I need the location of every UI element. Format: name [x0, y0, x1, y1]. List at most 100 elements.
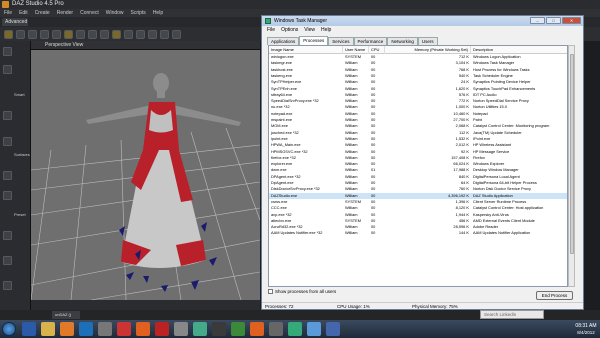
task-manager-title: Windows Task Manager: [274, 18, 327, 24]
menu-window[interactable]: Window: [106, 9, 124, 17]
scale-tool-icon[interactable]: [40, 29, 49, 39]
taskbar-acrobat2-icon[interactable]: [155, 322, 169, 336]
menu-edit[interactable]: Edit: [19, 9, 28, 17]
taskbar-daz-icon[interactable]: [212, 322, 226, 336]
status-processes: Processes: 72: [265, 304, 294, 309]
scrollbar-thumb[interactable]: [570, 54, 574, 254]
camera-icon[interactable]: [124, 29, 133, 39]
region-tool-icon[interactable]: [136, 29, 145, 39]
panel-toggle-icon[interactable]: [3, 47, 12, 56]
task-manager-icon: [265, 18, 271, 24]
translate-tool-icon[interactable]: [16, 29, 25, 39]
col-image-name[interactable]: Image Name: [269, 46, 343, 54]
tab-networking[interactable]: Networking: [387, 37, 418, 45]
tm-menu-options[interactable]: Options: [281, 26, 298, 34]
bottom-pane-tab[interactable]: unDAZ (): [52, 311, 80, 319]
geometry-editor-icon[interactable]: [148, 29, 157, 39]
taskbar-firefox2-icon[interactable]: [250, 322, 264, 336]
taskbar-photoshop-icon[interactable]: [79, 322, 93, 336]
minimize-button[interactable]: –: [530, 17, 545, 24]
lights-icon[interactable]: [3, 171, 12, 180]
preset-tab[interactable]: Preset: [14, 211, 30, 219]
taskbar-firefox-icon[interactable]: [136, 322, 150, 336]
render-settings-icon[interactable]: [172, 29, 181, 39]
spot-render-icon[interactable]: [100, 29, 109, 39]
table-row[interactable]: AAM Updates Notifier.exe *32 William 00 144…: [269, 230, 567, 236]
clock-time[interactable]: 08:31 AM: [574, 323, 598, 329]
surface-tool-icon[interactable]: [88, 29, 97, 39]
taskbar-display-icon[interactable]: [326, 322, 340, 336]
menu-file[interactable]: File: [4, 9, 12, 17]
taskbar-tools-icon[interactable]: [269, 322, 283, 336]
status-cpu: CPU Usage: 1%: [337, 304, 370, 309]
female-figure: [86, 73, 241, 269]
tm-menu-file[interactable]: File: [267, 26, 275, 34]
node-select-icon[interactable]: [64, 29, 73, 39]
light-tool-icon[interactable]: [112, 29, 121, 39]
taskbar-taskmgr-icon[interactable]: [288, 322, 302, 336]
end-process-button[interactable]: End Process: [536, 291, 573, 300]
select-tool-icon[interactable]: [4, 29, 13, 39]
cell-description: AAM Updates Notifier Application: [473, 230, 531, 236]
search-input[interactable]: Search Linkedin: [480, 310, 544, 319]
start-button[interactable]: [2, 322, 16, 336]
col-user-name[interactable]: User Name: [343, 46, 369, 54]
taskbar-word-icon[interactable]: [22, 322, 36, 336]
col-description[interactable]: Description: [471, 46, 567, 54]
close-button[interactable]: ✕: [562, 17, 581, 24]
render-icon[interactable]: [160, 29, 169, 39]
3d-viewport[interactable]: [31, 50, 260, 300]
tab-services[interactable]: Services: [328, 37, 354, 45]
clock-date[interactable]: 8/4/2012: [574, 330, 598, 336]
parameters-icon[interactable]: [3, 137, 12, 146]
content-library-icon[interactable]: [3, 65, 12, 74]
status-memory: Physical Memory: 75%: [412, 304, 458, 309]
viewport-header: Perspective View: [31, 41, 260, 50]
col-cpu[interactable]: CPU: [369, 46, 385, 54]
scene-icon[interactable]: [3, 111, 12, 120]
tab-advanced[interactable]: Advanced: [2, 18, 28, 26]
tab-users[interactable]: Users: [417, 37, 438, 45]
menu-render[interactable]: Render: [57, 9, 73, 17]
taskbar-green-icon[interactable]: [231, 322, 245, 336]
tm-menu-help[interactable]: Help: [321, 26, 331, 34]
viewport-scene: [31, 73, 260, 300]
daz-window-title: DAZ Studio 4.5 Pro: [12, 1, 64, 7]
taskbar-paint-icon[interactable]: [307, 322, 321, 336]
taskbar-tool-icon[interactable]: [98, 322, 112, 336]
task-manager-window: Windows Task Manager – □ ✕ File Options …: [261, 15, 584, 310]
aux-viewport-icon[interactable]: [3, 281, 12, 290]
surfaces-tab[interactable]: Surfaces: [14, 151, 30, 159]
maximize-button[interactable]: □: [546, 17, 561, 24]
cell-image-name: AAM Updates Notifier.exe *32: [271, 230, 323, 236]
menu-connect[interactable]: Connect: [80, 9, 99, 17]
cell-user-name: William: [345, 230, 358, 236]
daz-title-bar: DAZ Studio 4.5 Pro: [0, 0, 600, 9]
show-all-users-checkbox[interactable]: [268, 289, 273, 294]
joint-editor-icon[interactable]: [76, 29, 85, 39]
daz-logo-icon: [2, 1, 9, 8]
taskbar-explorer-icon[interactable]: [41, 322, 55, 336]
universal-tool-icon[interactable]: [52, 29, 61, 39]
shaping-icon[interactable]: [3, 191, 12, 200]
rotate-tool-icon[interactable]: [28, 29, 37, 39]
posing-icon[interactable]: [3, 231, 12, 240]
tab-processes[interactable]: Processes: [299, 36, 329, 45]
menu-help[interactable]: Help: [153, 9, 163, 17]
tm-menu-view[interactable]: View: [304, 26, 315, 34]
process-table-scrollbar[interactable]: [568, 45, 575, 287]
task-manager-tabs: Applications Processes Services Performa…: [267, 36, 438, 45]
smart-content-tab[interactable]: Smart Content: [14, 91, 30, 99]
timeline-icon[interactable]: [3, 256, 12, 265]
menu-scripts[interactable]: Scripts: [131, 9, 146, 17]
tab-applications[interactable]: Applications: [267, 37, 300, 45]
taskbar-media-icon[interactable]: [60, 322, 74, 336]
cell-memory: 144 K: [458, 230, 469, 236]
tab-performance[interactable]: Performance: [353, 37, 388, 45]
menu-create[interactable]: Create: [35, 9, 50, 17]
viewport-camera-label[interactable]: Perspective View: [45, 42, 83, 48]
taskbar-settings-icon[interactable]: [174, 322, 188, 336]
taskbar-acrobat-icon[interactable]: [117, 322, 131, 336]
taskbar-chat-icon[interactable]: [193, 322, 207, 336]
col-memory[interactable]: Memory (Private Working Set): [385, 46, 471, 54]
